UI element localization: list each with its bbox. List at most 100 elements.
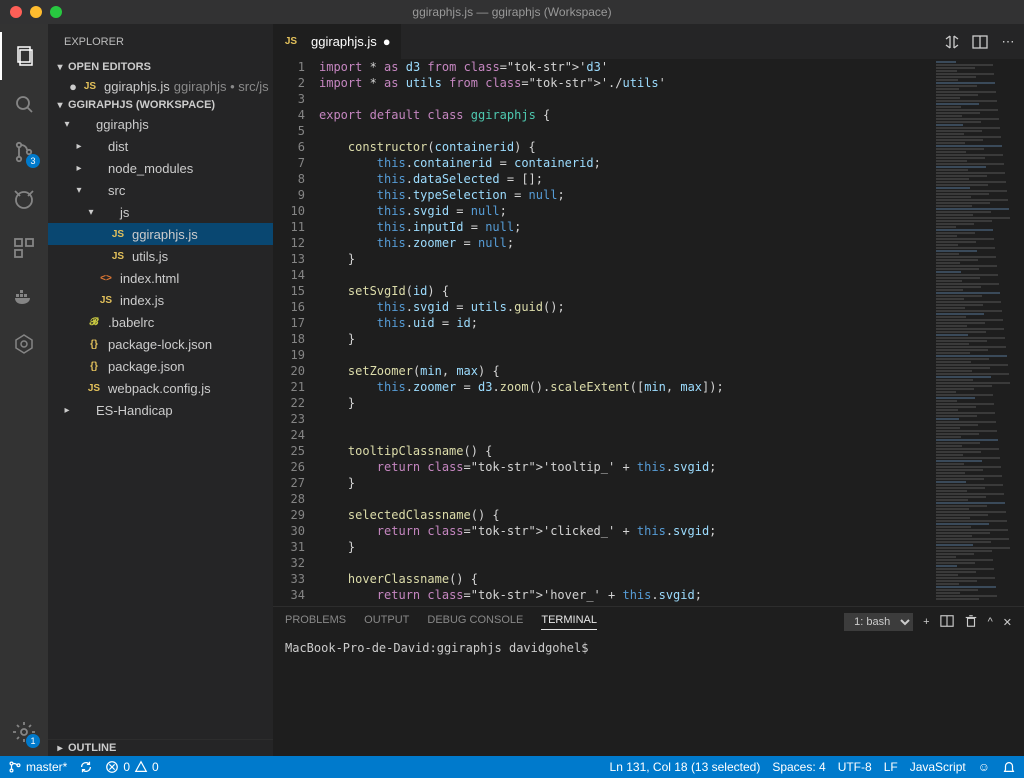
notifications-icon[interactable]: [1002, 760, 1016, 774]
eol-status[interactable]: LF: [884, 760, 898, 774]
language-mode[interactable]: JavaScript: [910, 760, 966, 774]
chevron-down-icon[interactable]: ▾: [84, 207, 98, 218]
minimize-window-icon[interactable]: [30, 6, 42, 18]
activity-bar: 3 1: [0, 24, 48, 756]
close-panel-icon[interactable]: ✕: [1003, 616, 1012, 629]
settings-badge: 1: [26, 734, 40, 748]
source-control-icon[interactable]: 3: [0, 128, 48, 176]
panel-tab-terminal[interactable]: TERMINAL: [541, 614, 597, 630]
code-content[interactable]: import * as d3 from class="tok-str">'d3'…: [319, 59, 934, 606]
folder-icon: [86, 138, 102, 154]
search-icon[interactable]: [0, 80, 48, 128]
chevron-right-icon[interactable]: ▸: [60, 405, 74, 416]
git-branch[interactable]: master*: [8, 760, 67, 774]
docker-icon[interactable]: [0, 272, 48, 320]
tree-item[interactable]: ▾ggiraphjs: [48, 113, 273, 135]
kill-terminal-icon[interactable]: [964, 614, 978, 631]
editor-tab[interactable]: JS ggiraphjs.js ●: [273, 24, 402, 59]
folder-icon: [74, 116, 90, 132]
panel-actions: 1: bash + ^ ✕: [844, 613, 1012, 631]
tree-item[interactable]: JSutils.js: [48, 245, 273, 267]
json-icon: {}: [86, 336, 102, 352]
code-editor[interactable]: 1234567891011121314151617181920212223242…: [273, 59, 934, 606]
panel-tab-output[interactable]: OUTPUT: [364, 614, 409, 630]
tree-item[interactable]: <>index.html: [48, 267, 273, 289]
folder-icon: [98, 204, 114, 220]
feedback-icon[interactable]: ☺: [978, 760, 990, 774]
problems-status[interactable]: 0 0: [105, 760, 158, 774]
scm-badge: 3: [26, 154, 40, 168]
title-bar: ggiraphjs.js — ggiraphjs (Workspace): [0, 0, 1024, 24]
tree-item-label: js: [120, 205, 129, 220]
new-terminal-icon[interactable]: +: [923, 616, 929, 628]
tree-item-label: ggiraphjs.js: [132, 227, 198, 242]
debug-icon[interactable]: [0, 176, 48, 224]
tree-item[interactable]: JSindex.js: [48, 289, 273, 311]
tab-label: ggiraphjs.js: [311, 34, 377, 49]
branch-name: master*: [26, 760, 67, 774]
terminal-output[interactable]: MacBook-Pro-de-David:ggiraphjs davidgohe…: [273, 637, 1024, 756]
folder-icon: [74, 402, 90, 418]
dirty-indicator-icon[interactable]: ●: [383, 34, 391, 49]
open-editors-section[interactable]: ▾ OPEN EDITORS: [48, 59, 273, 75]
workspace-section[interactable]: ▾ GGIRAPHJS (WORKSPACE): [48, 97, 273, 113]
compare-icon[interactable]: [944, 34, 960, 50]
chevron-down-icon: ▾: [54, 62, 66, 73]
panel-tab-problems[interactable]: PROBLEMS: [285, 614, 346, 630]
js-icon: JS: [86, 380, 102, 396]
folder-icon: [86, 182, 102, 198]
panel-tabs: PROBLEMS OUTPUT DEBUG CONSOLE TERMINAL 1: b…: [273, 607, 1024, 637]
indentation-status[interactable]: Spaces: 4: [772, 760, 825, 774]
close-window-icon[interactable]: [10, 6, 22, 18]
tree-item-label: utils.js: [132, 249, 168, 264]
sync-status[interactable]: [79, 760, 93, 774]
tree-item[interactable]: {}package.json: [48, 355, 273, 377]
terminal-selector[interactable]: 1: bash: [844, 613, 913, 631]
cursor-position[interactable]: Ln 131, Col 18 (13 selected): [610, 760, 761, 774]
window-title: ggiraphjs.js — ggiraphjs (Workspace): [0, 5, 1024, 19]
encoding-status[interactable]: UTF-8: [838, 760, 872, 774]
tree-item-label: dist: [108, 139, 128, 154]
chevron-down-icon[interactable]: ▾: [60, 119, 74, 130]
tree-item[interactable]: JSwebpack.config.js: [48, 377, 273, 399]
open-editor-name: ggiraphjs.js: [104, 79, 170, 94]
chevron-right-icon[interactable]: ▸: [72, 141, 86, 152]
split-editor-icon[interactable]: [972, 34, 988, 50]
open-editors-label: OPEN EDITORS: [68, 61, 151, 73]
minimap[interactable]: [934, 59, 1024, 606]
status-bar: master* 0 0 Ln 131, Col 18 (13 selected)…: [0, 756, 1024, 778]
tree-item[interactable]: JS ggiraphjs.js: [48, 223, 273, 245]
dirty-indicator-icon[interactable]: ●: [66, 79, 80, 94]
terminal-prompt: MacBook-Pro-de-David:ggiraphjs davidgohe…: [285, 641, 588, 655]
js-icon: JS: [110, 226, 126, 242]
html-icon: <>: [98, 270, 114, 286]
tree-item-label: package.json: [108, 359, 185, 374]
tree-item[interactable]: ▾ src: [48, 179, 273, 201]
settings-icon[interactable]: 1: [0, 708, 48, 756]
tree-item[interactable]: ▸ dist: [48, 135, 273, 157]
explorer-icon[interactable]: [0, 32, 48, 80]
more-icon[interactable]: ⋯: [1000, 34, 1016, 50]
tree-item[interactable]: ▾ js: [48, 201, 273, 223]
file-tree: ▾ggiraphjs ▸ dist ▸ node_modules ▾ src ▾ js JS ggi…: [48, 113, 273, 421]
chevron-down-icon[interactable]: ▾: [72, 185, 86, 196]
extensions-icon[interactable]: [0, 224, 48, 272]
babel-icon: 𝓑: [86, 314, 102, 330]
panel-tab-debug-console[interactable]: DEBUG CONSOLE: [427, 614, 523, 630]
maximize-window-icon[interactable]: [50, 6, 62, 18]
tree-item-label: node_modules: [108, 161, 193, 176]
outline-section[interactable]: ▸ OUTLINE: [48, 739, 273, 756]
kubernetes-icon[interactable]: [0, 320, 48, 368]
tree-item[interactable]: {}package-lock.json: [48, 333, 273, 355]
chevron-right-icon: ▸: [54, 743, 66, 754]
tree-item[interactable]: ▸ES-Handicap: [48, 399, 273, 421]
tree-item-label: src: [108, 183, 125, 198]
open-editor-item[interactable]: ● JS ggiraphjs.js ggiraphjs • src/js: [48, 75, 273, 97]
folder-icon: [86, 160, 102, 176]
maximize-panel-icon[interactable]: ^: [988, 616, 993, 628]
chevron-right-icon[interactable]: ▸: [72, 163, 86, 174]
tree-item[interactable]: 𝓑 .babelrc: [48, 311, 273, 333]
tree-item-label: .babelrc: [108, 315, 154, 330]
tree-item[interactable]: ▸ node_modules: [48, 157, 273, 179]
split-terminal-icon[interactable]: [940, 614, 954, 631]
